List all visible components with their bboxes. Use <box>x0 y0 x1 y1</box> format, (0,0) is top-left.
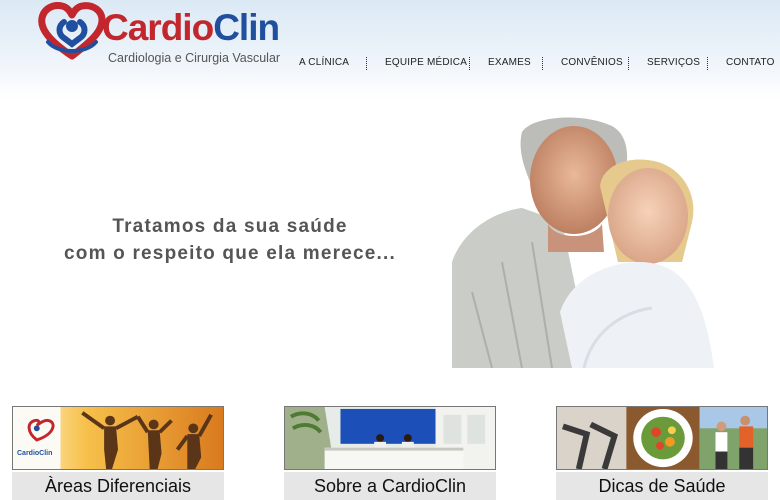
nav-item-contato[interactable]: CONTATO <box>726 54 775 72</box>
hero-slogan-line2: com o respeito que ela merece... <box>64 243 396 264</box>
main-nav: A CLÍNICA EQUIPE MÉDICA EXAMES CONVÊNIOS… <box>288 54 780 72</box>
brand-tagline: Cardiologia e Cirurgia Vascular <box>108 51 281 65</box>
card-areas-diferenciais[interactable]: CardioClin Àreas Diferenciais <box>12 406 224 500</box>
heart-logo-icon <box>38 2 106 60</box>
brand-name-part2: Clin <box>213 7 280 48</box>
nav-item-equipe-medica[interactable]: EQUIPE MÉDICA <box>385 54 467 72</box>
hero-slogan-line1: Tratamos da sua saúde <box>112 216 348 237</box>
elderly-couple-photo <box>452 117 714 368</box>
nav-separator <box>628 57 629 70</box>
nav-separator <box>542 57 543 70</box>
card-dicas-de-saude[interactable]: Dicas de Saúde <box>556 406 768 500</box>
card-label: Dicas de Saúde <box>556 472 768 500</box>
hero-slogan: Tratamos da sua saúde com o respeito que… <box>30 213 430 267</box>
nav-item-servicos[interactable]: SERVIÇOS <box>647 54 700 72</box>
clinic-reception-photo <box>284 406 496 470</box>
card-sobre-cardioclin[interactable]: Sobre a CardioClin <box>284 406 496 500</box>
card-label: Àreas Diferenciais <box>12 472 224 500</box>
card-label: Sobre a CardioClin <box>284 472 496 500</box>
nav-item-a-clinica[interactable]: A CLÍNICA <box>299 54 349 72</box>
nav-separator <box>469 57 470 70</box>
logo[interactable]: CardioClin Cardiologia e Cirurgia Vascul… <box>38 2 298 70</box>
card-logo-text: CardioClin <box>17 450 53 457</box>
nav-item-convenios[interactable]: CONVÊNIOS <box>561 54 623 72</box>
brand-name-part1: Cardio <box>102 7 214 48</box>
header: CardioClin Cardiologia e Cirurgia Vascul… <box>0 0 780 100</box>
nav-separator <box>707 57 708 70</box>
health-fitness-food-photo <box>556 406 768 470</box>
people-jumping-sunset-photo <box>12 406 224 470</box>
brand-name: CardioClin <box>102 7 280 48</box>
nav-separator <box>366 57 367 70</box>
nav-item-exames[interactable]: EXAMES <box>488 54 531 72</box>
